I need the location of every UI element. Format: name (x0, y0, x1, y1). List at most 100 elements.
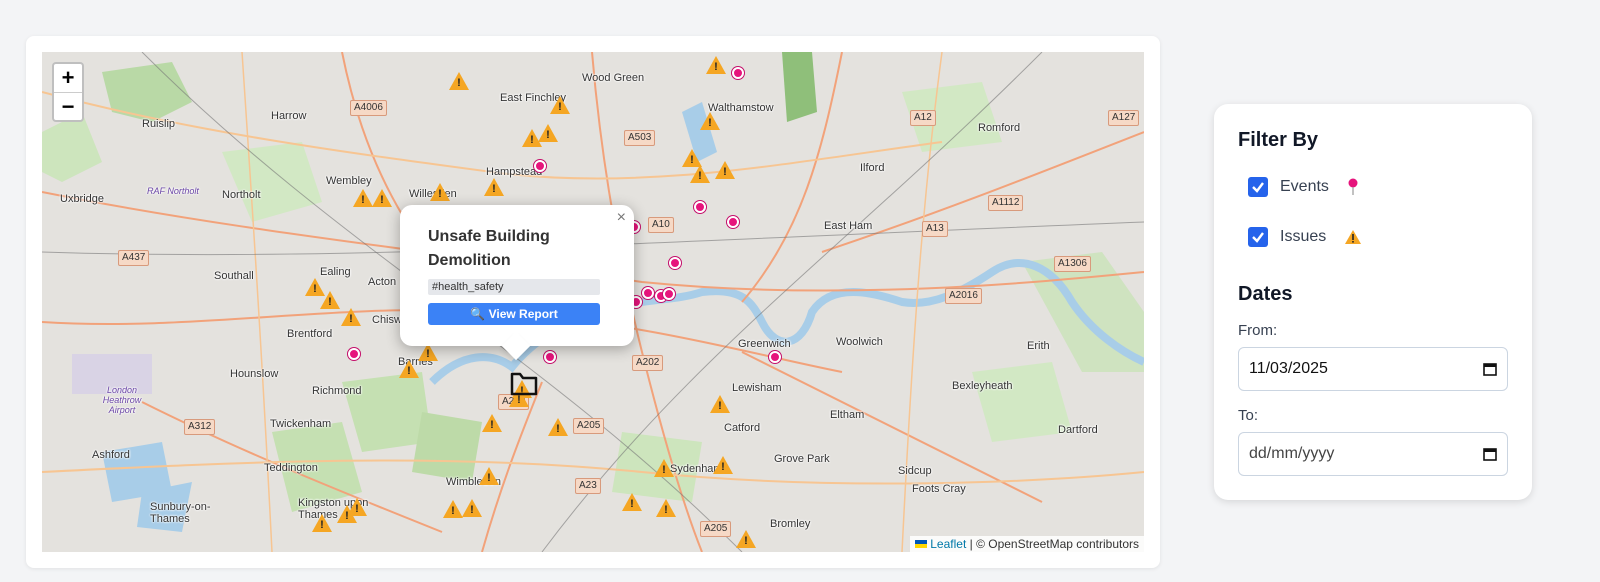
event-pin[interactable] (669, 257, 681, 269)
events-label: Events (1280, 178, 1329, 195)
zoom-in-button[interactable]: + (54, 64, 82, 92)
zoom-out-button[interactable]: − (54, 92, 82, 120)
issue-marker[interactable]: ! (713, 456, 733, 474)
road-label: A205 (573, 418, 605, 434)
place-label: Grove Park (774, 453, 830, 465)
issue-marker[interactable]: ! (700, 112, 720, 130)
issue-marker[interactable]: ! (484, 178, 504, 196)
from-date-value: 11/03/2025 (1249, 360, 1328, 377)
issue-marker[interactable]: ! (690, 165, 710, 183)
issue-marker[interactable]: ! (656, 499, 676, 517)
place-label: Dartford (1058, 424, 1098, 436)
issue-marker[interactable]: ! (449, 72, 469, 90)
issue-marker[interactable]: ! (622, 493, 642, 511)
zoom-control: + − (52, 62, 84, 122)
event-pin[interactable] (727, 216, 739, 228)
road-label: A4006 (350, 100, 387, 116)
dates-heading: Dates (1238, 283, 1293, 305)
issues-filter[interactable]: Issues (1238, 220, 1508, 254)
issue-marker[interactable]: ! (550, 96, 570, 114)
issue-marker[interactable]: ! (443, 500, 463, 518)
issue-marker[interactable]: ! (399, 360, 419, 378)
event-pin[interactable] (642, 287, 654, 299)
place-label: Twickenham (270, 418, 332, 430)
place-label: Erith (1027, 340, 1050, 352)
road-label: A12 (910, 110, 936, 126)
road-label: A2016 (945, 288, 982, 304)
issue-marker[interactable]: ! (479, 467, 499, 485)
view-report-button[interactable]: 🔍 View Report (428, 303, 600, 325)
place-label: RAF Northolt (147, 186, 199, 196)
road-label: A202 (632, 355, 664, 371)
events-checkbox[interactable] (1248, 177, 1268, 197)
map[interactable]: Wood Green East Finchley Walthamstow Rom… (42, 52, 1144, 552)
attribution-text: | © OpenStreetMap contributors (969, 537, 1139, 551)
from-label: From: (1238, 322, 1278, 339)
marker-popup: × Unsafe Building Demolition #health_saf… (400, 205, 634, 361)
issue-marker[interactable]: ! (654, 459, 674, 477)
event-pin[interactable] (348, 348, 360, 360)
issue-marker[interactable]: ! (715, 161, 735, 179)
map-card: Wood Green East Finchley Walthamstow Rom… (26, 36, 1160, 568)
issue-marker[interactable]: ! (462, 499, 482, 517)
road-label: A503 (624, 130, 656, 146)
leaflet-link[interactable]: Leaflet (930, 537, 966, 551)
issue-marker[interactable]: ! (353, 189, 373, 207)
issue-marker[interactable]: ! (320, 291, 340, 309)
place-label: Eltham (830, 409, 865, 421)
event-pin[interactable] (534, 160, 546, 172)
issues-checkbox[interactable] (1248, 227, 1268, 247)
events-filter[interactable]: Events (1238, 170, 1508, 204)
place-label: London Heathrow Airport (102, 385, 142, 415)
place-label: Harrow (271, 110, 307, 122)
place-label: Catford (724, 422, 761, 434)
place-label: Acton (368, 276, 397, 288)
issue-marker[interactable]: ! (736, 530, 756, 548)
issue-marker[interactable]: ! (337, 505, 357, 523)
place-label: Bromley (770, 518, 811, 530)
calendar-icon[interactable] (1483, 447, 1497, 461)
event-pin[interactable] (769, 351, 781, 363)
event-pin[interactable] (732, 67, 744, 79)
place-label: Greenwich (738, 338, 791, 350)
calendar-icon[interactable] (1483, 362, 1497, 376)
event-pin[interactable] (694, 201, 706, 213)
popup-close-button[interactable]: × (617, 209, 626, 227)
popup-tag: #health_safety (428, 279, 600, 295)
issue-marker[interactable]: ! (538, 124, 558, 142)
place-label: Sunbury-on-Thames (150, 501, 211, 525)
check-icon (1252, 182, 1264, 193)
issue-marker[interactable]: ! (710, 395, 730, 413)
place-label: Ilford (860, 162, 885, 174)
event-pin[interactable] (663, 288, 675, 300)
place-label: Ruislip (142, 118, 176, 130)
from-date-input[interactable]: 11/03/2025 (1238, 347, 1508, 391)
issue-marker[interactable]: ! (341, 308, 361, 326)
to-date-input[interactable]: dd/mm/yyyy (1238, 432, 1508, 476)
place-label: East Ham (824, 220, 873, 232)
issue-marker[interactable]: ! (482, 414, 502, 432)
place-label: Romford (978, 122, 1021, 134)
road-label: A312 (184, 419, 216, 435)
popup-title: Unsafe Building Demolition (428, 228, 550, 269)
place-label: Ealing (320, 266, 351, 278)
place-label: Sidcup (898, 465, 932, 477)
filter-panel: Filter By Events Issues Dates From: 11/0… (1214, 104, 1532, 500)
issue-marker[interactable]: ! (312, 514, 332, 532)
place-label: Woolwich (836, 336, 883, 348)
map-attribution: Leaflet | © OpenStreetMap contributors (910, 536, 1144, 552)
event-pin[interactable] (544, 351, 556, 363)
place-label: Teddington (264, 462, 318, 474)
place-label: Hounslow (230, 368, 279, 380)
issue-marker[interactable]: ! (372, 189, 392, 207)
ukraine-flag-icon (915, 540, 928, 548)
place-label: Lewisham (732, 382, 782, 394)
issue-marker[interactable]: ! (706, 56, 726, 74)
road-label: A1306 (1054, 256, 1091, 272)
road-label: A127 (1108, 110, 1140, 126)
road-label: A23 (575, 478, 601, 494)
issues-label: Issues (1280, 228, 1327, 245)
issue-marker[interactable]: ! (430, 183, 450, 201)
issue-marker[interactable]: ! (548, 418, 568, 436)
selected-marker-icon[interactable] (510, 370, 538, 396)
